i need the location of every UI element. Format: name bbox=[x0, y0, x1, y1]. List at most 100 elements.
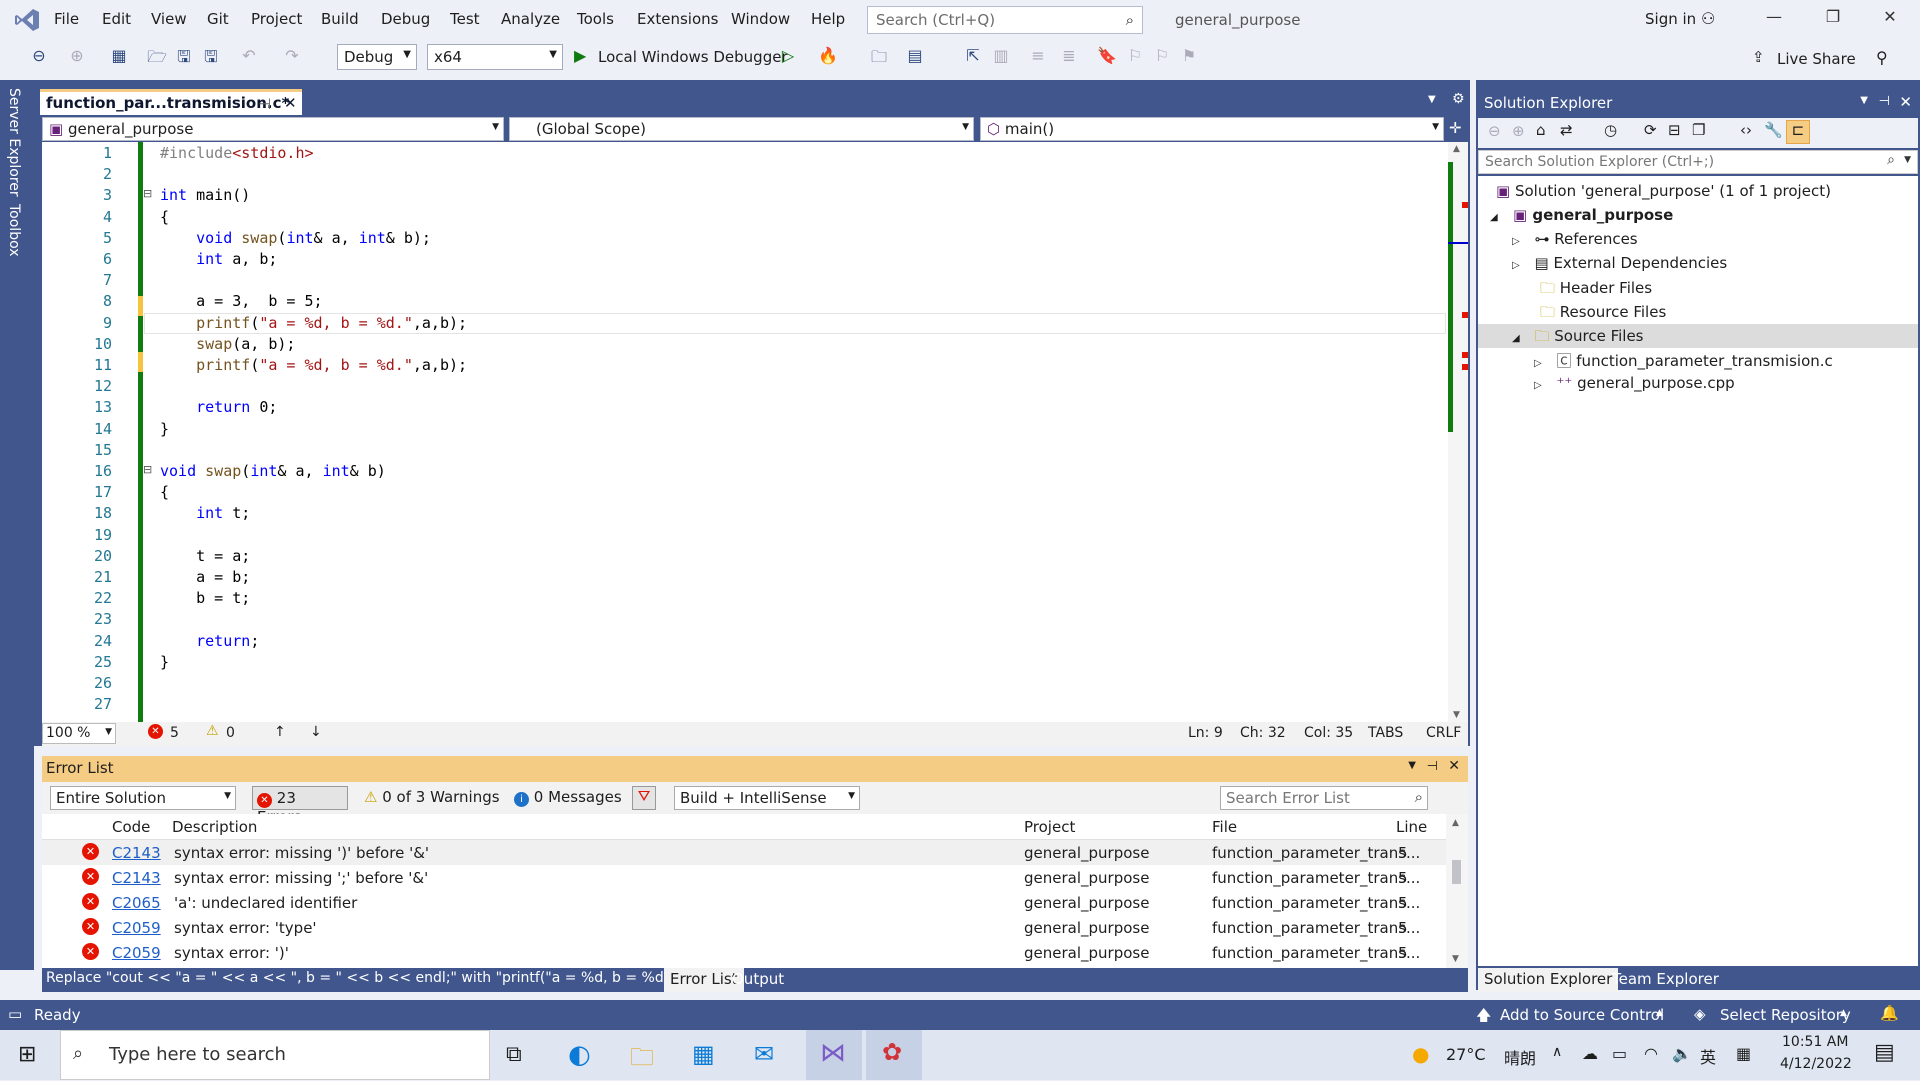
column-description[interactable]: Description bbox=[172, 818, 257, 836]
pin-icon[interactable]: ⊣ bbox=[1879, 94, 1890, 109]
next-issue-icon[interactable]: ↓ bbox=[310, 724, 322, 740]
collapse-all-icon[interactable]: ⊟ bbox=[1668, 121, 1681, 139]
menu-build[interactable]: Build bbox=[321, 10, 359, 28]
scope-navigation-combo[interactable]: (Global Scope) ▼ bbox=[509, 117, 974, 141]
tray-chevron-icon[interactable]: ∧ bbox=[1552, 1044, 1562, 1060]
window-menu-icon[interactable]: ▼ bbox=[1408, 760, 1416, 771]
collapse-icon[interactable]: ⊟ bbox=[143, 187, 152, 200]
close-icon[interactable]: ✕ bbox=[1448, 758, 1460, 774]
project-navigation-combo[interactable]: ▣ general_purpose ▼ bbox=[42, 117, 504, 141]
column-project[interactable]: Project bbox=[1024, 818, 1075, 836]
solution-folder-icon[interactable]: 🗀 bbox=[868, 46, 890, 73]
scroll-down-icon[interactable]: ▼ bbox=[1453, 710, 1460, 720]
clock-time[interactable]: 10:51 AM bbox=[1782, 1034, 1848, 1050]
tree-file-cpp-node[interactable]: ▷ ⁺⁺ general_purpose.cpp bbox=[1534, 374, 1735, 392]
settings-gear-icon[interactable]: ⚙ bbox=[1452, 91, 1465, 107]
error-code[interactable]: C2143 bbox=[112, 844, 161, 862]
tree-source-files-node[interactable]: ◢ 🗀 Source Files bbox=[1512, 326, 1643, 351]
uncomment-icon[interactable]: ≣ bbox=[1058, 46, 1080, 65]
tree-header-files-node[interactable]: 🗀 Header Files bbox=[1540, 278, 1652, 303]
menu-help[interactable]: Help bbox=[811, 10, 845, 28]
prev-bookmark-icon[interactable]: ⚐ bbox=[1124, 46, 1146, 65]
feedback-icon[interactable]: ⚲ bbox=[1876, 48, 1888, 67]
select-repository-button[interactable]: Select Repository bbox=[1720, 1006, 1851, 1024]
code-line[interactable]: void swap(int& a, int& b) bbox=[160, 462, 386, 480]
scroll-down-icon[interactable]: ▼ bbox=[1452, 954, 1459, 964]
pin-icon[interactable]: ⊣ bbox=[258, 95, 271, 113]
expanded-arrow-icon[interactable]: ◢ bbox=[1490, 212, 1498, 223]
server-explorer-tab[interactable]: Server Explorer bbox=[6, 88, 22, 197]
tab-output[interactable]: Output bbox=[732, 970, 784, 988]
view-code-icon[interactable]: ‹› bbox=[1740, 121, 1752, 139]
error-code[interactable]: C2065 bbox=[112, 894, 161, 912]
column-file[interactable]: File bbox=[1212, 818, 1237, 836]
pin-icon[interactable]: ⊣ bbox=[1427, 759, 1438, 774]
forward-icon[interactable]: ⊕ bbox=[1512, 122, 1525, 140]
home-icon[interactable]: ⌂ bbox=[1536, 121, 1546, 139]
close-tab-icon[interactable]: ✕ bbox=[284, 94, 297, 112]
tree-file-c-node[interactable]: ▷ 🄲 function_parameter_transmision.c bbox=[1534, 350, 1833, 371]
wifi-icon[interactable]: ◠ bbox=[1644, 1044, 1658, 1063]
error-row[interactable]: ✕ C2143 syntax error: missing ')' before '… bbox=[42, 840, 1446, 865]
live-share-button[interactable]: Live Share bbox=[1777, 50, 1856, 68]
code-line[interactable]: return 0; bbox=[160, 398, 277, 416]
tree-references-node[interactable]: ▷ ⊶ References bbox=[1512, 230, 1638, 248]
close-icon[interactable]: ✕ bbox=[1870, 7, 1910, 35]
close-icon[interactable]: ✕ bbox=[1899, 93, 1912, 111]
add-source-control-button[interactable]: Add to Source Control bbox=[1500, 1006, 1664, 1024]
volume-icon[interactable]: 🔈 bbox=[1672, 1044, 1692, 1063]
edge-browser-icon[interactable]: ◐ bbox=[568, 1040, 591, 1070]
error-search-input[interactable]: Search Error List ⌕ bbox=[1220, 786, 1428, 810]
minimize-icon[interactable]: — bbox=[1754, 7, 1794, 35]
tree-project-node[interactable]: ◢ ▣ general_purpose bbox=[1490, 206, 1673, 224]
battery-icon[interactable]: ▭ bbox=[1612, 1044, 1627, 1063]
mail-icon[interactable]: ✉ bbox=[754, 1040, 774, 1068]
preview-icon[interactable]: ⊏ bbox=[1786, 120, 1810, 144]
zoom-select[interactable]: 100 % ▼ bbox=[42, 723, 116, 744]
taskbar-vs-active[interactable]: ⋈ bbox=[806, 1030, 862, 1080]
clear-bookmarks-icon[interactable]: ⚑ bbox=[1178, 46, 1200, 65]
document-tab[interactable]: function_par...transmision.c* ⊣ ✕ bbox=[40, 89, 302, 115]
collapsed-arrow-icon[interactable]: ▷ bbox=[1534, 358, 1542, 369]
menu-git[interactable]: Git bbox=[207, 10, 229, 28]
error-row[interactable]: ✕ C2065 'a': undeclared identifier general_… bbox=[42, 890, 1446, 915]
platform-select[interactable]: x64 ▼ bbox=[427, 44, 563, 70]
next-bookmark-icon[interactable]: ⚐ bbox=[1151, 46, 1173, 65]
code-line[interactable]: int main() bbox=[160, 186, 250, 204]
column-code[interactable]: Code bbox=[112, 818, 150, 836]
tab-solution-explorer[interactable]: Solution Explorer bbox=[1478, 968, 1619, 992]
split-editor-icon[interactable]: ✛ bbox=[1449, 119, 1462, 137]
taskbar-app-active[interactable]: ✿ bbox=[866, 1030, 922, 1080]
messages-filter-button[interactable]: i 0 Messages bbox=[510, 788, 626, 810]
error-row[interactable]: ✕ C2059 syntax error: 'type' general_purpos… bbox=[42, 915, 1446, 940]
windows-start-icon[interactable]: ⊞ bbox=[18, 1042, 36, 1067]
error-scope-select[interactable]: Entire Solution ▼ bbox=[50, 786, 236, 810]
task-view-icon[interactable]: ⧉ bbox=[506, 1042, 522, 1067]
tab-list-icon[interactable]: ▼ bbox=[1428, 94, 1436, 105]
code-line[interactable]: } bbox=[160, 653, 169, 671]
code-line[interactable]: { bbox=[160, 208, 169, 226]
file-explorer-icon[interactable]: 🗀 bbox=[630, 1040, 654, 1081]
format-icon[interactable]: ▥ bbox=[990, 46, 1012, 65]
live-share-icon[interactable]: ⇪ bbox=[1752, 48, 1765, 66]
bookmark-icon[interactable]: 🔖 bbox=[1096, 46, 1118, 65]
notifications-icon[interactable]: 🔔 bbox=[1880, 1004, 1899, 1022]
error-row[interactable]: ✕ C2059 syntax error: ')' general_purpose fu… bbox=[42, 940, 1446, 965]
warning-count-icon[interactable]: ⚠ bbox=[206, 723, 219, 739]
menu-edit[interactable]: Edit bbox=[102, 10, 131, 28]
error-count-icon[interactable]: ✕ bbox=[148, 724, 163, 739]
code-line[interactable]: } bbox=[160, 420, 169, 438]
menu-analyze[interactable]: Analyze bbox=[501, 10, 560, 28]
menu-tools[interactable]: Tools bbox=[577, 10, 614, 28]
hot-reload-icon[interactable]: 🔥 bbox=[817, 46, 839, 65]
tab-team-explorer[interactable]: Team Explorer bbox=[1612, 970, 1719, 988]
cloud-icon[interactable]: ☁ bbox=[1582, 1044, 1598, 1063]
collapsed-arrow-icon[interactable]: ▷ bbox=[1512, 260, 1520, 271]
scroll-up-icon[interactable]: ▲ bbox=[1452, 818, 1459, 828]
ime-mode-icon[interactable]: ▦ bbox=[1736, 1044, 1751, 1063]
account-icon[interactable]: ⚇ bbox=[1701, 9, 1715, 28]
code-line[interactable]: a = b; bbox=[160, 568, 250, 586]
collapse-icon[interactable]: ⊟ bbox=[143, 463, 152, 476]
menu-window[interactable]: Window bbox=[731, 10, 790, 28]
previous-issue-icon[interactable]: ↑ bbox=[274, 724, 286, 740]
